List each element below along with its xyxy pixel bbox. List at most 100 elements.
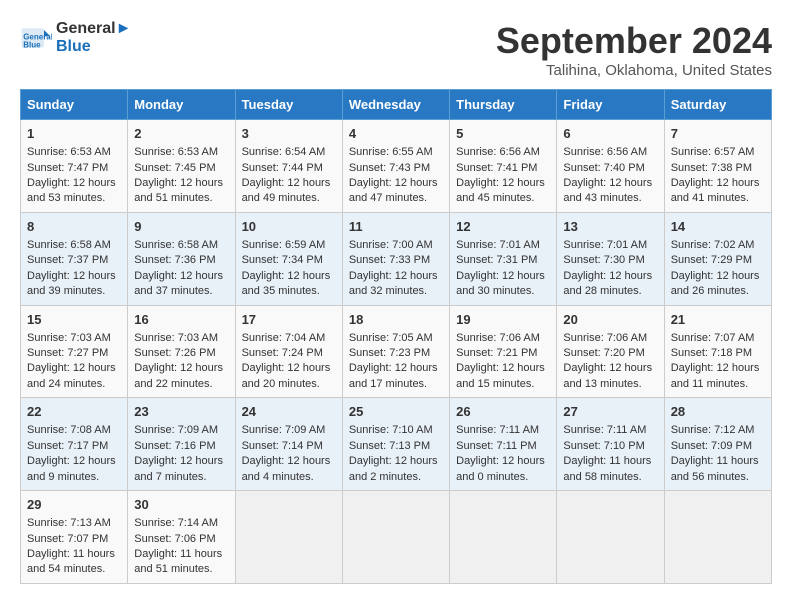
day-info-line: Daylight: 12 hours: [242, 454, 336, 469]
calendar-cell: [450, 491, 557, 584]
day-info-line: and 53 minutes.: [27, 191, 121, 206]
day-info-line: Daylight: 12 hours: [456, 361, 550, 376]
day-info-line: Sunrise: 7:11 AM: [563, 423, 657, 438]
day-info-line: and 9 minutes.: [27, 470, 121, 485]
day-info-line: Sunrise: 7:10 AM: [349, 423, 443, 438]
day-info-line: Sunrise: 7:04 AM: [242, 331, 336, 346]
day-number: 14: [671, 218, 765, 236]
day-info-line: Sunrise: 6:53 AM: [27, 145, 121, 160]
day-info-line: Sunrise: 7:09 AM: [242, 423, 336, 438]
day-info-line: Sunset: 7:44 PM: [242, 161, 336, 176]
day-number: 26: [456, 403, 550, 421]
logo-icon: General Blue: [20, 22, 52, 54]
day-info-line: and 28 minutes.: [563, 284, 657, 299]
day-info-line: Sunset: 7:30 PM: [563, 253, 657, 268]
calendar-cell: 17Sunrise: 7:04 AMSunset: 7:24 PMDayligh…: [235, 305, 342, 398]
calendar-cell: 3Sunrise: 6:54 AMSunset: 7:44 PMDaylight…: [235, 120, 342, 213]
day-info-line: Daylight: 12 hours: [27, 454, 121, 469]
day-info-line: Sunset: 7:29 PM: [671, 253, 765, 268]
day-info-line: Sunset: 7:07 PM: [27, 532, 121, 547]
calendar-cell: 22Sunrise: 7:08 AMSunset: 7:17 PMDayligh…: [21, 398, 128, 491]
calendar-cell: 12Sunrise: 7:01 AMSunset: 7:31 PMDayligh…: [450, 212, 557, 305]
day-info-line: Sunset: 7:26 PM: [134, 346, 228, 361]
calendar-cell: 10Sunrise: 6:59 AMSunset: 7:34 PMDayligh…: [235, 212, 342, 305]
day-info-line: Daylight: 12 hours: [563, 361, 657, 376]
calendar-cell: 7Sunrise: 6:57 AMSunset: 7:38 PMDaylight…: [664, 120, 771, 213]
day-info-line: Sunset: 7:23 PM: [349, 346, 443, 361]
day-info-line: Daylight: 12 hours: [27, 176, 121, 191]
calendar-cell: 18Sunrise: 7:05 AMSunset: 7:23 PMDayligh…: [342, 305, 449, 398]
day-info-line: Sunset: 7:11 PM: [456, 439, 550, 454]
day-info-line: Daylight: 12 hours: [456, 454, 550, 469]
day-info-line: Sunrise: 7:11 AM: [456, 423, 550, 438]
day-info-line: Daylight: 12 hours: [671, 361, 765, 376]
day-number: 22: [27, 403, 121, 421]
day-info-line: Sunset: 7:27 PM: [27, 346, 121, 361]
calendar-cell: 11 Sunrise: 7:00 AMSunset: 7:33 PMDayligh…: [342, 212, 449, 305]
day-info-line: Sunrise: 7:03 AM: [27, 331, 121, 346]
day-info-line: Sunrise: 7:00 AM: [349, 238, 443, 253]
day-number: 21: [671, 311, 765, 329]
calendar-cell: 2Sunrise: 6:53 AMSunset: 7:45 PMDaylight…: [128, 120, 235, 213]
day-info-line: Daylight: 12 hours: [242, 269, 336, 284]
day-info-line: Sunrise: 7:03 AM: [134, 331, 228, 346]
day-info-line: Sunset: 7:24 PM: [242, 346, 336, 361]
day-info-line: Sunrise: 6:53 AM: [134, 145, 228, 160]
header-day-sunday: Sunday: [21, 90, 128, 120]
day-info-line: and 0 minutes.: [456, 470, 550, 485]
calendar-cell: 26 Sunrise: 7:11 AMSunset: 7:11 PMDayligh…: [450, 398, 557, 491]
day-info-line: Sunrise: 6:58 AM: [27, 238, 121, 253]
day-info-line: and 32 minutes.: [349, 284, 443, 299]
calendar-cell: 8Sunrise: 6:58 AMSunset: 7:37 PMDaylight…: [21, 212, 128, 305]
calendar-week-row: 29Sunrise: 7:13 AMSunset: 7:07 PMDayligh…: [21, 491, 772, 584]
day-info-line: and 4 minutes.: [242, 470, 336, 485]
calendar-week-row: 22Sunrise: 7:08 AMSunset: 7:17 PMDayligh…: [21, 398, 772, 491]
calendar-cell: 30Sunrise: 7:14 AMSunset: 7:06 PMDayligh…: [128, 491, 235, 584]
day-info-line: and 45 minutes.: [456, 191, 550, 206]
day-info-line: and 51 minutes.: [134, 191, 228, 206]
calendar-cell: 15Sunrise: 7:03 AMSunset: 7:27 PMDayligh…: [21, 305, 128, 398]
day-info-line: and 43 minutes.: [563, 191, 657, 206]
day-info-line: Sunset: 7:09 PM: [671, 439, 765, 454]
day-info-line: Daylight: 12 hours: [563, 269, 657, 284]
day-info-line: and 26 minutes.: [671, 284, 765, 299]
day-info-line: Daylight: 11 hours: [671, 454, 765, 469]
calendar-cell: [557, 491, 664, 584]
day-info-line: Daylight: 12 hours: [27, 361, 121, 376]
location: Talihina, Oklahoma, United States: [496, 62, 772, 79]
calendar-header-row: SundayMondayTuesdayWednesdayThursdayFrid…: [21, 90, 772, 120]
day-info-line: Sunset: 7:10 PM: [563, 439, 657, 454]
day-info-line: Sunset: 7:21 PM: [456, 346, 550, 361]
calendar-week-row: 1Sunrise: 6:53 AMSunset: 7:47 PMDaylight…: [21, 120, 772, 213]
day-info-line: Daylight: 12 hours: [349, 269, 443, 284]
day-info-line: Sunset: 7:13 PM: [349, 439, 443, 454]
calendar-week-row: 15Sunrise: 7:03 AMSunset: 7:27 PMDayligh…: [21, 305, 772, 398]
day-number: 17: [242, 311, 336, 329]
calendar-cell: 29Sunrise: 7:13 AMSunset: 7:07 PMDayligh…: [21, 491, 128, 584]
day-info-line: Sunset: 7:40 PM: [563, 161, 657, 176]
calendar-body: 1Sunrise: 6:53 AMSunset: 7:47 PMDaylight…: [21, 120, 772, 584]
calendar-cell: 14Sunrise: 7:02 AMSunset: 7:29 PMDayligh…: [664, 212, 771, 305]
day-info-line: Daylight: 11 hours: [134, 547, 228, 562]
day-number: 23: [134, 403, 228, 421]
header-day-wednesday: Wednesday: [342, 90, 449, 120]
day-info-line: and 37 minutes.: [134, 284, 228, 299]
day-number: 5: [456, 125, 550, 143]
day-info-line: Daylight: 12 hours: [563, 176, 657, 191]
day-info-line: Sunrise: 7:01 AM: [563, 238, 657, 253]
day-info-line: and 49 minutes.: [242, 191, 336, 206]
calendar-cell: [342, 491, 449, 584]
day-info-line: Sunset: 7:16 PM: [134, 439, 228, 454]
day-info-line: Sunset: 7:33 PM: [349, 253, 443, 268]
day-number: 11: [349, 218, 443, 236]
calendar-cell: 21Sunrise: 7:07 AMSunset: 7:18 PMDayligh…: [664, 305, 771, 398]
day-info-line: Sunrise: 6:58 AM: [134, 238, 228, 253]
day-info-line: Daylight: 12 hours: [134, 269, 228, 284]
calendar-cell: 9Sunrise: 6:58 AMSunset: 7:36 PMDaylight…: [128, 212, 235, 305]
day-info-line: and 13 minutes.: [563, 377, 657, 392]
day-info-line: Sunrise: 7:02 AM: [671, 238, 765, 253]
day-info-line: Sunset: 7:45 PM: [134, 161, 228, 176]
day-info-line: Daylight: 12 hours: [27, 269, 121, 284]
day-number: 25: [349, 403, 443, 421]
day-number: 24: [242, 403, 336, 421]
